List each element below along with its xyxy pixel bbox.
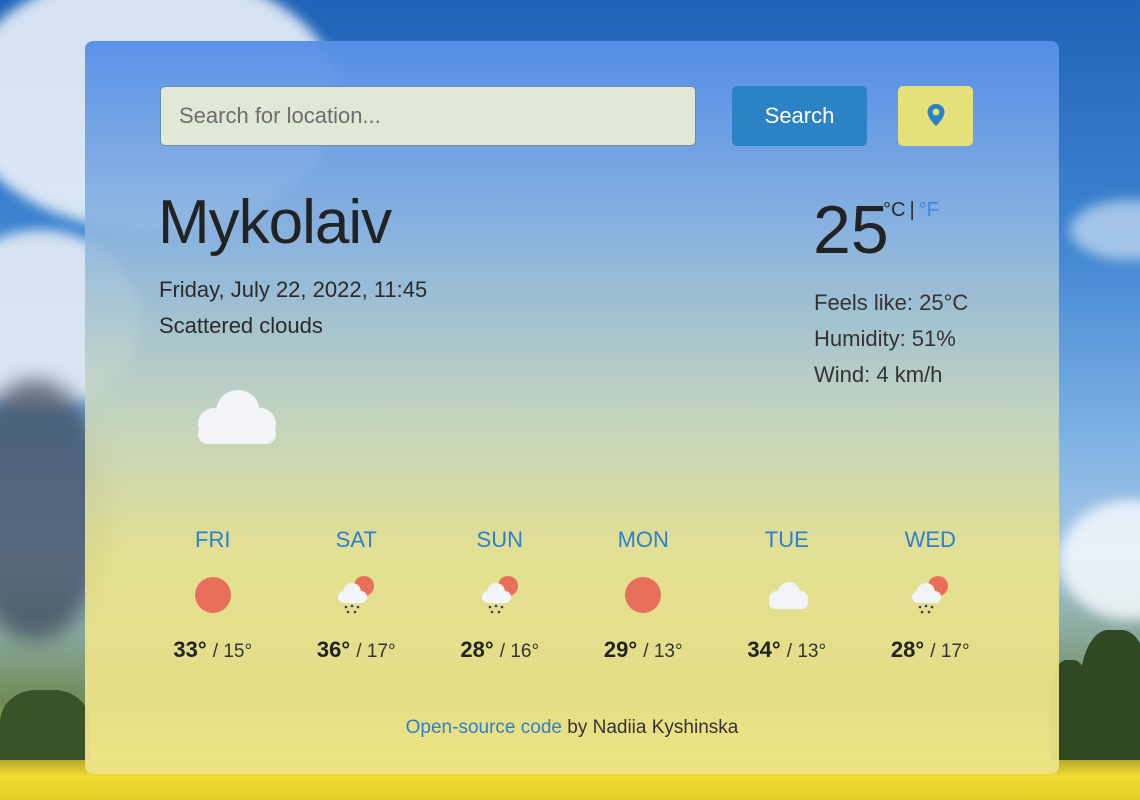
forecast-max: 36° [316,637,351,662]
forecast-day: SAT 36° / 17° [285,527,429,663]
forecast-min: 16° [510,641,540,662]
cloud-icon [715,565,859,625]
rain-sun-cloud-icon [285,565,429,625]
forecast-temps: 28° / 17° [890,637,970,662]
forecast-day-name: FRI [195,527,231,552]
forecast-max: 33° [173,637,207,662]
forecast-day: TUE 34° / 13° [715,527,859,663]
forecast-min: 17° [940,641,970,662]
weather-card: Search Mykolaiv Friday, July 22, 2022, 1… [85,41,1059,774]
unit-fahrenheit-link[interactable]: °F [919,199,939,221]
humidity: Humidity: 51% [814,326,956,351]
forecast-temps: 36° / 17° [316,637,396,662]
forecast-temps: 29° / 13° [603,637,683,662]
forecast-day-name: MON [617,527,669,552]
forecast-max: 28° [890,637,925,662]
forecast-temps: 34° / 13° [747,637,827,662]
forecast-min: 13° [797,641,827,662]
location-pin-icon [926,103,946,130]
forecast-day: WED 28° / 17° [859,527,1003,663]
rain-sun-cloud-icon [859,565,1003,625]
weather-description: Scattered clouds [159,313,323,338]
forecast-max: 28° [460,637,494,662]
forecast-day-name: TUE [764,527,809,552]
forecast-min: 17° [366,641,396,662]
forecast-row: FRI 33° / 15° SAT 36° / 17° SUN 28° / 16… [141,527,1002,663]
wind: Wind: 4 km/h [814,362,943,387]
forecast-day: FRI 33° / 15° [141,527,285,663]
forecast-day: SUN 28° / 16° [428,527,572,663]
forecast-temps: 33° / 15° [173,637,253,662]
forecast-day-name: SAT [335,527,377,552]
current-datetime: Friday, July 22, 2022, 11:45 [159,277,428,302]
current-temperature: 25 [813,192,889,268]
forecast-max: 34° [747,637,781,662]
search-input[interactable] [160,86,696,146]
forecast-day: MON 29° / 13° [572,527,716,663]
footer-author: by Nadiia Kyshinska [561,717,739,738]
rain-sun-cloud-icon [428,565,572,625]
search-button[interactable]: Search [732,86,867,146]
current-location-button[interactable] [898,86,973,146]
unit-switcher: °C | °F [883,199,939,222]
feels-like: Feels like: 25°C [814,290,969,315]
forecast-min: 13° [653,641,683,662]
sun-icon [141,565,285,625]
forecast-min: 15° [223,641,253,662]
unit-separator: | [909,199,915,221]
forecast-temps: 28° / 16° [460,637,540,662]
weather-stats: Feels like: 25°C Humidity: 51% Wind: 4 k… [814,285,968,393]
forecast-day-name: WED [904,527,956,552]
unit-celsius[interactable]: °C [883,199,905,221]
forecast-day-name: SUN [476,527,523,552]
city-name: Mykolaiv [158,188,392,257]
sun-icon [572,565,716,625]
open-source-link[interactable]: Open-source code [406,717,562,738]
cloud-icon [188,386,280,453]
forecast-max: 29° [603,637,638,662]
footer: Open-source code by Nadiia Kyshinska [85,717,1059,739]
